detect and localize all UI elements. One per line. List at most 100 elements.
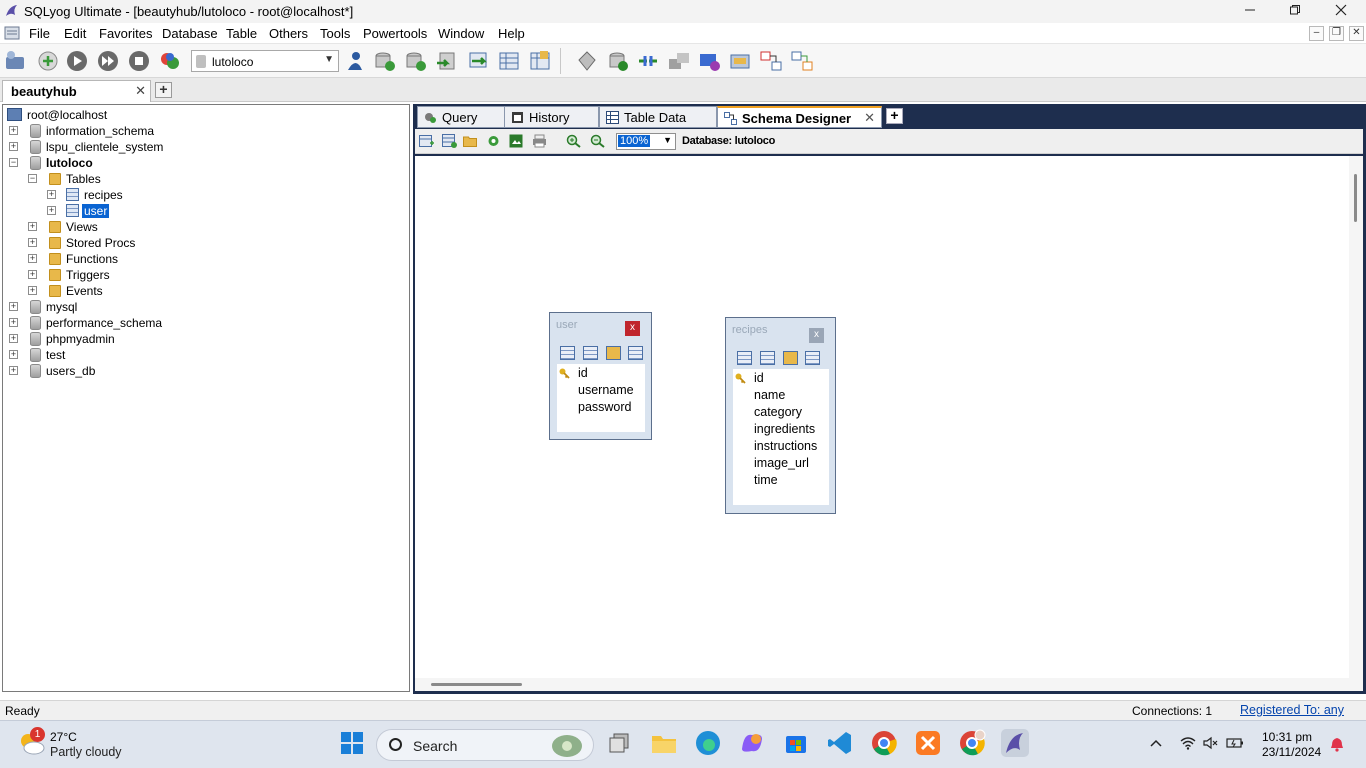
- expand-icon[interactable]: +: [9, 302, 18, 311]
- manage-index-icon[interactable]: [606, 346, 621, 360]
- minimize-button[interactable]: [1227, 0, 1273, 23]
- schema-sync-icon[interactable]: [158, 49, 182, 73]
- expand-icon[interactable]: +: [9, 334, 18, 343]
- data-sync-icon[interactable]: [606, 49, 630, 73]
- microsoft-store-icon[interactable]: [782, 729, 810, 757]
- compare-icon[interactable]: [636, 49, 660, 73]
- menu-table[interactable]: Table: [226, 26, 257, 41]
- expand-icon[interactable]: +: [9, 318, 18, 327]
- refresh-icon[interactable]: [486, 134, 501, 148]
- mdi-minimize-button[interactable]: –: [1309, 26, 1324, 41]
- column-name[interactable]: ingredients: [754, 422, 815, 436]
- close-icon[interactable]: ✕: [864, 110, 875, 126]
- menu-window[interactable]: Window: [438, 26, 484, 41]
- menu-help[interactable]: Help: [498, 26, 525, 41]
- zoom-select[interactable]: 100% ▼: [616, 133, 676, 150]
- entity-recipes[interactable]: recipes x id name category ingredients i…: [725, 317, 836, 514]
- relationship-icon[interactable]: [805, 351, 820, 365]
- menu-database[interactable]: Database: [162, 26, 218, 41]
- restore-db-icon[interactable]: [404, 49, 428, 73]
- schema-canvas[interactable]: user x id username password recipes x id…: [415, 156, 1363, 691]
- user-manager-icon[interactable]: [343, 49, 367, 73]
- tab-table-data[interactable]: Table Data: [599, 106, 717, 128]
- column-name[interactable]: username: [578, 383, 634, 397]
- file-explorer-icon[interactable]: [650, 729, 678, 757]
- wifi-icon[interactable]: [1180, 736, 1196, 750]
- vertical-scrollbar[interactable]: [1349, 156, 1363, 691]
- print-icon[interactable]: [532, 134, 547, 148]
- scroll-thumb[interactable]: [1354, 174, 1357, 222]
- schedule-icon[interactable]: [575, 49, 599, 73]
- new-connection-tab-button[interactable]: +: [155, 82, 172, 98]
- menu-edit[interactable]: Edit: [64, 26, 86, 41]
- battery-icon[interactable]: [1226, 736, 1244, 750]
- clock-time[interactable]: 10:31 pm: [1262, 730, 1312, 744]
- expand-icon[interactable]: +: [47, 190, 56, 199]
- tab-history[interactable]: History: [504, 106, 599, 128]
- visual-data-compare-icon[interactable]: [790, 49, 814, 73]
- tab-query[interactable]: Query: [417, 106, 505, 128]
- column-name[interactable]: name: [754, 388, 785, 402]
- scroll-thumb[interactable]: [431, 683, 522, 686]
- mdi-restore-button[interactable]: ❐: [1329, 26, 1344, 41]
- save-image-icon[interactable]: [509, 134, 524, 148]
- import-icon[interactable]: [435, 49, 459, 73]
- zoom-out-icon[interactable]: [590, 134, 605, 148]
- execute-all-icon[interactable]: [96, 49, 120, 73]
- task-view-icon[interactable]: [606, 729, 634, 757]
- registered-link[interactable]: Registered To: any: [1240, 703, 1344, 717]
- collapse-icon[interactable]: −: [9, 158, 18, 167]
- backup-icon[interactable]: [373, 49, 397, 73]
- table-diagnostics-icon[interactable]: [497, 49, 521, 73]
- zoom-in-icon[interactable]: [566, 134, 581, 148]
- notification-bell-icon[interactable]: [1330, 737, 1344, 752]
- collapse-icon[interactable]: −: [28, 174, 37, 183]
- column-name[interactable]: category: [754, 405, 802, 419]
- new-query-icon[interactable]: [36, 49, 60, 73]
- app-menu-icon[interactable]: [4, 26, 20, 40]
- column-name[interactable]: instructions: [754, 439, 817, 453]
- relationship-icon[interactable]: [628, 346, 643, 360]
- column-name[interactable]: time: [754, 473, 778, 487]
- menu-powertools[interactable]: Powertools: [363, 26, 427, 41]
- expand-icon[interactable]: +: [9, 142, 18, 151]
- edit-table-icon[interactable]: [760, 351, 775, 365]
- add-column-icon[interactable]: [560, 346, 575, 360]
- chrome-profile-icon[interactable]: [958, 729, 986, 757]
- column-name[interactable]: id: [754, 371, 764, 385]
- query-builder-icon[interactable]: [728, 49, 752, 73]
- expand-icon[interactable]: +: [28, 238, 37, 247]
- entity-user[interactable]: user x id username password: [549, 312, 652, 440]
- table-structure-icon[interactable]: [528, 49, 552, 73]
- maximize-button[interactable]: [1272, 0, 1318, 23]
- sqlyog-taskbar-icon[interactable]: [1001, 729, 1029, 757]
- execute-query-icon[interactable]: [65, 49, 89, 73]
- notification-services-icon[interactable]: [697, 49, 721, 73]
- expand-icon[interactable]: +: [47, 206, 56, 215]
- expand-icon[interactable]: +: [28, 270, 37, 279]
- schema-designer-toolbar-icon[interactable]: [759, 49, 783, 73]
- add-column-icon[interactable]: [737, 351, 752, 365]
- expand-icon[interactable]: +: [28, 254, 37, 263]
- connection-tab-beautyhub[interactable]: beautyhub ✕: [2, 80, 151, 102]
- column-name[interactable]: id: [578, 366, 588, 380]
- new-tab-button[interactable]: +: [886, 108, 903, 124]
- close-icon[interactable]: ✕: [135, 83, 146, 99]
- menu-file[interactable]: File: [29, 26, 50, 41]
- manage-index-icon[interactable]: [783, 351, 798, 365]
- chrome-icon[interactable]: [870, 729, 898, 757]
- taskbar-search[interactable]: Search: [376, 729, 594, 761]
- migration-icon[interactable]: [667, 49, 691, 73]
- expand-icon[interactable]: +: [9, 126, 18, 135]
- close-icon[interactable]: x: [809, 328, 824, 343]
- mdi-close-button[interactable]: ✕: [1349, 26, 1364, 41]
- weather-widget[interactable]: 1 27°C Partly cloudy: [0, 721, 140, 768]
- close-icon[interactable]: x: [625, 321, 640, 336]
- open-folder-icon[interactable]: [463, 134, 478, 148]
- xampp-icon[interactable]: [914, 729, 942, 757]
- windows-start-icon[interactable]: [338, 729, 366, 757]
- chevron-up-icon[interactable]: [1150, 738, 1162, 748]
- export-icon[interactable]: [466, 49, 490, 73]
- expand-icon[interactable]: +: [9, 350, 18, 359]
- tab-schema-designer[interactable]: Schema Designer ✕: [717, 106, 882, 128]
